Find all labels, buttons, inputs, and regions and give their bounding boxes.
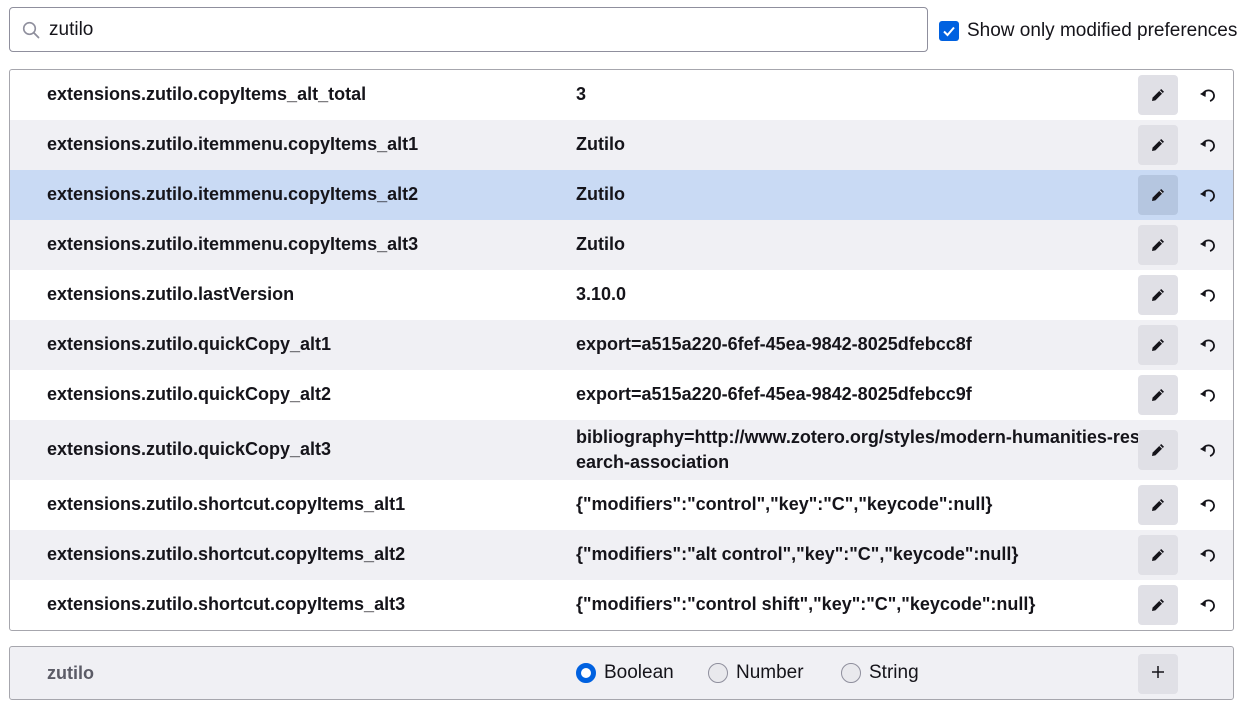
preference-value: 3.10.0	[576, 284, 627, 304]
preference-name: extensions.zutilo.quickCopy_alt1	[47, 334, 332, 354]
edit-button[interactable]	[1138, 125, 1178, 165]
plus-icon	[1150, 664, 1166, 685]
preference-name: extensions.zutilo.itemmenu.copyItems_alt…	[47, 184, 419, 204]
edit-button[interactable]	[1138, 535, 1178, 575]
reset-button[interactable]	[1188, 325, 1228, 365]
preferences-table: extensions.zutilo.copyItems_alt_total 3 ex…	[9, 69, 1234, 631]
edit-button[interactable]	[1138, 585, 1178, 625]
preference-row[interactable]: extensions.zutilo.shortcut.copyItems_alt…	[10, 530, 1233, 580]
radio-boolean-label: Boolean	[604, 662, 674, 683]
preference-row[interactable]: extensions.zutilo.itemmenu.copyItems_alt…	[10, 120, 1233, 170]
preference-row[interactable]: extensions.zutilo.itemmenu.copyItems_alt…	[10, 220, 1233, 270]
new-preference-name: zutilo	[47, 663, 94, 683]
preference-row[interactable]: extensions.zutilo.itemmenu.copyItems_alt…	[10, 170, 1233, 220]
preference-value: Zutilo	[576, 234, 625, 254]
type-number-option[interactable]: Number	[708, 662, 804, 684]
search-input[interactable]	[49, 8, 909, 51]
search-icon	[22, 21, 40, 39]
pencil-icon	[1149, 596, 1167, 614]
preference-value: export=a515a220-6fef-45ea-9842-8025dfebc…	[576, 334, 972, 354]
preference-value: export=a515a220-6fef-45ea-9842-8025dfebc…	[576, 384, 972, 404]
radio-string-label: String	[869, 662, 919, 683]
preference-value: {"modifiers":"control shift","key":"C","…	[576, 594, 1036, 614]
edit-button[interactable]	[1138, 225, 1178, 265]
preference-name: extensions.zutilo.quickCopy_alt3	[47, 439, 332, 459]
reset-button[interactable]	[1188, 430, 1228, 470]
preference-name: extensions.zutilo.shortcut.copyItems_alt…	[47, 544, 406, 564]
pencil-icon	[1149, 186, 1167, 204]
preference-row[interactable]: extensions.zutilo.quickCopy_alt3 bibliogr…	[10, 420, 1233, 480]
edit-button[interactable]	[1138, 275, 1178, 315]
type-boolean-option[interactable]: Boolean	[576, 662, 674, 684]
edit-button[interactable]	[1138, 75, 1178, 115]
preference-name: extensions.zutilo.lastVersion	[47, 284, 295, 304]
radio-number-label: Number	[736, 662, 804, 683]
edit-button[interactable]	[1138, 485, 1178, 525]
reset-button[interactable]	[1188, 585, 1228, 625]
reset-icon	[1198, 440, 1218, 460]
reset-icon	[1198, 385, 1218, 405]
pencil-icon	[1149, 86, 1167, 104]
preference-value: {"modifiers":"alt control","key":"C","ke…	[576, 544, 1019, 564]
reset-button[interactable]	[1188, 535, 1228, 575]
reset-icon	[1198, 495, 1218, 515]
reset-icon	[1198, 335, 1218, 355]
edit-button[interactable]	[1138, 175, 1178, 215]
preference-value: Zutilo	[576, 184, 625, 204]
reset-icon	[1198, 545, 1218, 565]
radio-number[interactable]	[708, 663, 728, 683]
reset-icon	[1198, 285, 1218, 305]
add-preference-button[interactable]	[1138, 654, 1178, 694]
pencil-icon	[1149, 336, 1167, 354]
preference-value: bibliography=http://www.zotero.org/style…	[576, 427, 1140, 472]
reset-icon	[1198, 185, 1218, 205]
reset-button[interactable]	[1188, 75, 1228, 115]
preference-name: extensions.zutilo.itemmenu.copyItems_alt…	[47, 134, 419, 154]
show-modified-checkbox[interactable]	[939, 21, 959, 41]
radio-boolean[interactable]	[576, 663, 596, 683]
preference-name: extensions.zutilo.copyItems_alt_total	[47, 84, 367, 104]
pencil-icon	[1149, 441, 1167, 459]
preference-row[interactable]: extensions.zutilo.copyItems_alt_total 3	[10, 70, 1233, 120]
pencil-icon	[1149, 386, 1167, 404]
reset-button[interactable]	[1188, 375, 1228, 415]
reset-button[interactable]	[1188, 225, 1228, 265]
search-field[interactable]	[9, 7, 928, 52]
preference-row[interactable]: extensions.zutilo.lastVersion 3.10.0	[10, 270, 1233, 320]
edit-button[interactable]	[1138, 430, 1178, 470]
preference-name: extensions.zutilo.shortcut.copyItems_alt…	[47, 594, 406, 614]
pencil-icon	[1149, 496, 1167, 514]
edit-button[interactable]	[1138, 325, 1178, 365]
preference-row[interactable]: extensions.zutilo.quickCopy_alt1 export=a…	[10, 320, 1233, 370]
reset-icon	[1198, 85, 1218, 105]
show-modified-toggle[interactable]: Show only modified preferences	[939, 20, 1237, 42]
preference-name: extensions.zutilo.quickCopy_alt2	[47, 384, 332, 404]
preference-row[interactable]: extensions.zutilo.quickCopy_alt2 export=a…	[10, 370, 1233, 420]
pencil-icon	[1149, 236, 1167, 254]
preference-value: {"modifiers":"control","key":"C","keycod…	[576, 494, 993, 514]
reset-icon	[1198, 595, 1218, 615]
preference-row[interactable]: extensions.zutilo.shortcut.copyItems_alt…	[10, 480, 1233, 530]
show-modified-label: Show only modified preferences	[967, 20, 1238, 41]
reset-button[interactable]	[1188, 275, 1228, 315]
preference-name: extensions.zutilo.itemmenu.copyItems_alt…	[47, 234, 419, 254]
edit-button[interactable]	[1138, 375, 1178, 415]
pencil-icon	[1149, 136, 1167, 154]
reset-button[interactable]	[1188, 125, 1228, 165]
preference-name: extensions.zutilo.shortcut.copyItems_alt…	[47, 494, 406, 514]
pencil-icon	[1149, 546, 1167, 564]
preference-value: 3	[576, 84, 587, 104]
new-preference-row: zutilo Boolean Number String	[9, 646, 1234, 700]
pencil-icon	[1149, 286, 1167, 304]
reset-button[interactable]	[1188, 485, 1228, 525]
reset-button[interactable]	[1188, 175, 1228, 215]
reset-icon	[1198, 135, 1218, 155]
reset-icon	[1198, 235, 1218, 255]
preference-value: Zutilo	[576, 134, 625, 154]
radio-string[interactable]	[841, 663, 861, 683]
type-string-option[interactable]: String	[841, 662, 919, 684]
preference-row[interactable]: extensions.zutilo.shortcut.copyItems_alt…	[10, 580, 1233, 630]
